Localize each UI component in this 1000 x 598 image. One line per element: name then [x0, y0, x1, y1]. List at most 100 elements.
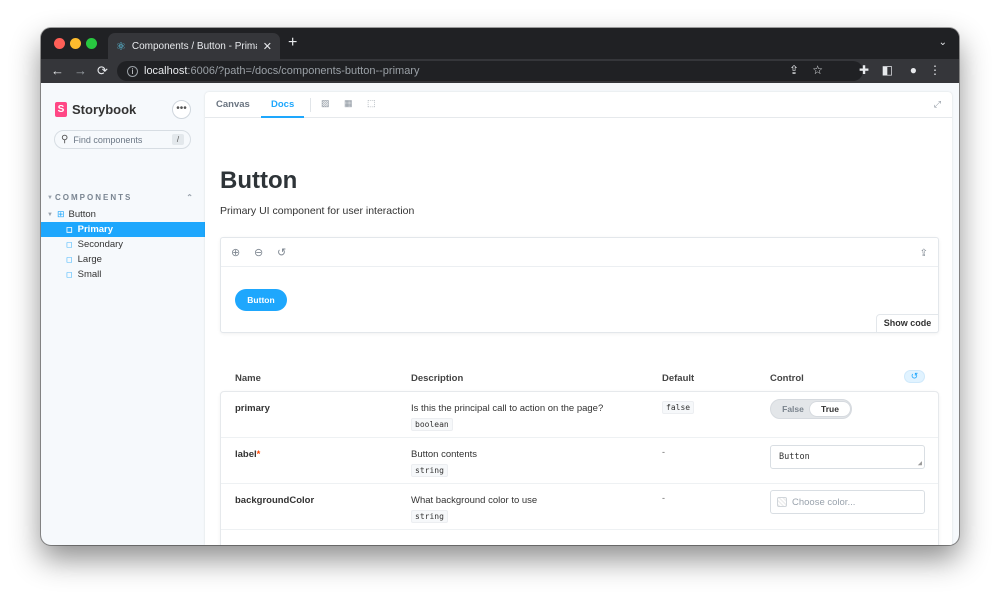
bookmark-icon: ◻ — [66, 240, 73, 249]
color-placeholder: Choose color... — [792, 496, 856, 508]
bookmark-star-icon[interactable]: ☆ — [812, 63, 823, 77]
maximize-window-button[interactable] — [86, 38, 97, 49]
arg-name: label* — [235, 449, 260, 460]
args-table-header: Name Description Default Control ↺ — [220, 363, 939, 391]
color-picker-input[interactable]: Choose color... — [770, 490, 925, 514]
side-panel-icon[interactable]: ◧ — [882, 63, 893, 77]
header-name: Name — [235, 373, 261, 384]
required-marker: * — [256, 449, 261, 460]
tab-docs[interactable]: Docs — [261, 92, 305, 118]
arg-default: false — [662, 401, 695, 414]
page-title: Button — [220, 167, 298, 194]
color-swatch-icon[interactable] — [777, 497, 787, 507]
react-icon: ⚛ — [116, 40, 126, 53]
tab-title: Components / Button - Primary — [131, 40, 257, 52]
bookmark-icon: ◻ — [66, 255, 73, 264]
arg-name: primary — [235, 403, 270, 414]
bookmark-icon: ◻ — [66, 270, 73, 279]
section-label: COMPONENTS — [55, 193, 133, 202]
arg-default: - — [662, 447, 665, 457]
browser-window: ⚛ Components / Button - Primary ✕ + ⌄ ← … — [41, 28, 959, 545]
share-icon[interactable]: ⇪ — [789, 63, 799, 77]
component-label: Button — [68, 209, 96, 220]
search-icon: ⚲ — [61, 134, 69, 145]
story-item-primary[interactable]: ◻ Primary — [41, 222, 205, 237]
arg-description: Is this the principal call to action on … — [411, 403, 604, 414]
story-label: Primary — [77, 224, 114, 235]
section-header-components[interactable]: ▼ COMPONENTS ⌃ — [47, 193, 193, 202]
tab-strip: ⚛ Components / Button - Primary ✕ + ⌄ — [41, 28, 959, 59]
story-item-secondary[interactable]: ◻ Secondary — [41, 237, 205, 252]
story-label: Secondary — [77, 239, 124, 250]
search-shortcut-hint: / — [172, 134, 184, 145]
grid-icon[interactable]: ▦ — [344, 98, 353, 109]
arg-type: boolean — [411, 418, 453, 431]
brand[interactable]: S Storybook — [55, 102, 136, 117]
tree-component-button[interactable]: ▼ ⊞ Button — [47, 209, 96, 220]
primary-toggle[interactable]: False True — [770, 399, 852, 419]
browser-menu-icon[interactable]: ⋮ — [929, 63, 941, 77]
reset-controls-icon[interactable]: ↺ — [904, 370, 925, 383]
story-label: Small — [77, 269, 102, 280]
page-subtitle: Primary UI component for user interactio… — [220, 205, 415, 217]
header-default: Default — [662, 373, 695, 384]
resize-handle-icon[interactable]: ◢ — [918, 459, 922, 467]
toggle-true-option[interactable]: True — [810, 402, 850, 416]
arg-type: string — [411, 464, 448, 477]
arg-description: Button contents — [411, 449, 478, 460]
minimize-window-button[interactable] — [70, 38, 81, 49]
open-in-new-icon[interactable]: ⇪ — [920, 248, 928, 259]
preview-primary-button[interactable]: Button — [235, 289, 287, 311]
profile-icon[interactable]: ● — [910, 63, 917, 77]
arg-default: - — [662, 493, 665, 503]
label-text-field[interactable]: Button ◢ — [770, 445, 925, 469]
address-bar[interactable]: i localhost:6006/?path=/docs/components-… — [117, 61, 863, 81]
main-panel: Canvas Docs ▨ ▦ ⬚ ⤢ Button Primary UI co… — [205, 92, 952, 545]
background-image-icon[interactable]: ▨ — [321, 98, 330, 109]
zoom-in-icon[interactable]: ⊕ — [231, 246, 240, 259]
arg-description: What background color to use — [411, 495, 538, 506]
sidebar-menu-button[interactable]: ••• — [172, 100, 191, 119]
new-tab-button[interactable]: + — [288, 34, 297, 52]
forward-icon[interactable]: → — [74, 63, 87, 79]
brand-name: Storybook — [72, 102, 137, 117]
site-info-icon[interactable]: i — [127, 65, 138, 77]
bookmark-icon: ◻ — [66, 225, 73, 234]
url-host: localhost — [144, 65, 188, 77]
outline-icon[interactable]: ⬚ — [367, 98, 376, 109]
header-description: Description — [411, 373, 464, 384]
zoom-reset-icon[interactable]: ↺ — [277, 246, 286, 259]
browser-tab[interactable]: ⚛ Components / Button - Primary ✕ — [108, 33, 280, 59]
args-table-body: primary Is this the principal call to ac… — [220, 391, 939, 545]
close-tab-icon[interactable]: ✕ — [263, 40, 272, 53]
search-placeholder: Find components — [73, 134, 143, 145]
toggle-false-option[interactable]: False — [775, 402, 811, 416]
caret-down-icon: ▼ — [47, 194, 53, 201]
story-item-large[interactable]: ◻ Large — [41, 252, 205, 267]
search-input[interactable]: ⚲ Find components / — [54, 130, 191, 149]
header-control: Control — [770, 373, 804, 384]
tab-canvas[interactable]: Canvas — [216, 92, 250, 118]
reload-icon[interactable]: ⟳ — [97, 63, 108, 79]
extensions-icon[interactable]: ✚ — [859, 63, 869, 77]
url-path: :6006/?path=/docs/components-button--pri… — [187, 65, 420, 77]
back-icon[interactable]: ← — [51, 63, 64, 79]
show-code-button[interactable]: Show code — [876, 314, 939, 333]
story-preview: ⊕ ⊖ ↺ ⇪ Button Show code — [220, 237, 939, 333]
storybook-logo-icon: S — [55, 102, 67, 117]
tab-search-chevron-icon[interactable]: ⌄ — [939, 37, 947, 48]
label-text-value: Button — [779, 452, 810, 462]
table-row-backgroundcolor: backgroundColor What background color to… — [221, 484, 938, 530]
storybook-app: S Storybook ••• ⚲ Find components / ▼ CO… — [41, 83, 959, 545]
table-row-label: label* Button contents string - Button ◢ — [221, 438, 938, 484]
fullscreen-icon[interactable]: ⤢ — [934, 99, 941, 110]
table-row-primary: primary Is this the principal call to ac… — [221, 392, 938, 438]
args-table: Name Description Default Control ↺ prima… — [220, 363, 939, 545]
story-item-small[interactable]: ◻ Small — [41, 267, 205, 282]
collapse-all-icon[interactable]: ⌃ — [186, 193, 193, 202]
component-icon: ⊞ — [56, 209, 65, 219]
story-label: Large — [77, 254, 102, 265]
zoom-out-icon[interactable]: ⊖ — [254, 246, 263, 259]
close-window-button[interactable] — [54, 38, 65, 49]
preview-toolbar: Canvas Docs ▨ ▦ ⬚ ⤢ — [205, 92, 952, 118]
